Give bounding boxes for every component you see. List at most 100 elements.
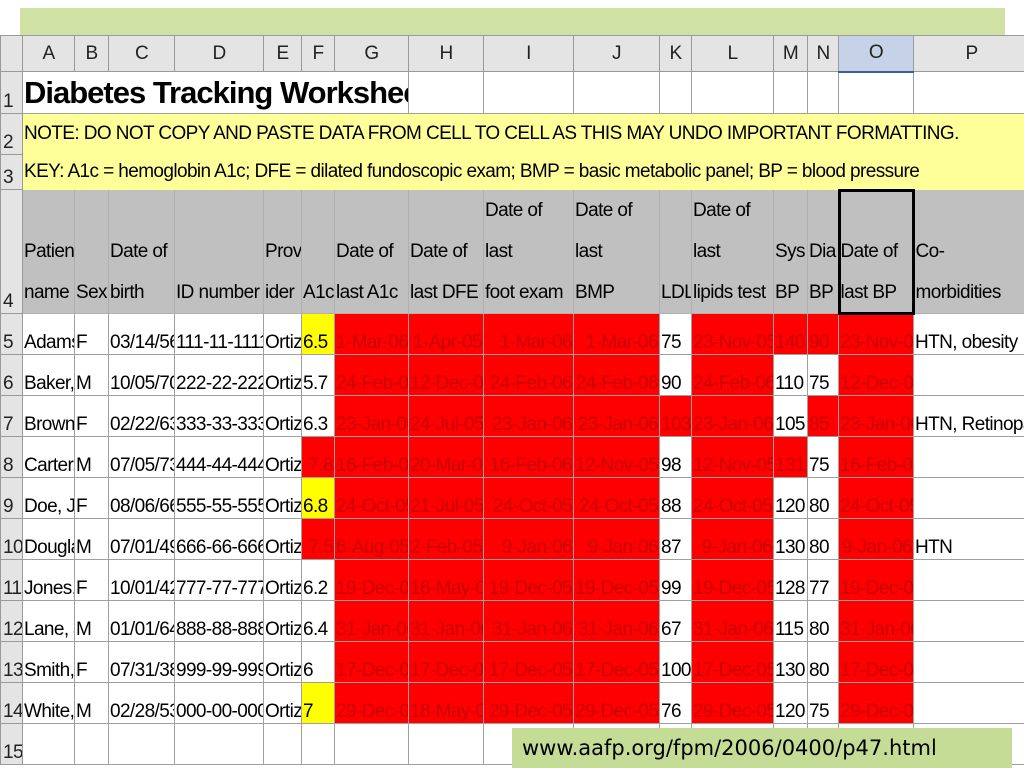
data-cell[interactable]: 000-00-0000 (174, 682, 264, 724)
data-cell[interactable]: 777-77-7777 (174, 559, 264, 601)
data-cell[interactable]: 29-Dec-05 (483, 682, 574, 724)
data-cell[interactable]: 20-Mar-05 (408, 436, 484, 478)
data-cell[interactable]: 12-Dec-05 (838, 354, 914, 396)
data-cell[interactable]: Doe, Jai (22, 477, 75, 519)
data-cell[interactable]: Adams, F (22, 313, 75, 355)
data-cell[interactable]: 6 (301, 641, 335, 683)
row-header-15[interactable]: 15 (0, 723, 23, 765)
data-cell[interactable]: 19-Dec-05 (483, 559, 574, 601)
data-cell[interactable]: Ortiz (263, 477, 302, 519)
data-cell[interactable]: White, J (22, 682, 75, 724)
data-cell[interactable]: 23-Jan-06 (334, 395, 409, 437)
formatting-note[interactable]: NOTE: DO NOT COPY AND PASTE DATA FROM CE… (22, 113, 1024, 155)
table-header-cell[interactable]: Co-morbidities (913, 189, 1024, 314)
data-cell[interactable] (913, 477, 1024, 519)
empty-cell[interactable] (22, 723, 75, 765)
data-cell[interactable]: 01/01/64 (108, 600, 175, 642)
data-cell[interactable]: Lane, Jc (22, 600, 75, 642)
data-cell[interactable]: 100 (659, 641, 692, 683)
empty-cell[interactable] (174, 723, 264, 765)
row-header-8[interactable]: 8 (0, 436, 23, 478)
data-cell[interactable]: 17-Dec-05 (483, 641, 574, 683)
data-cell[interactable]: 222-22-2222 (174, 354, 264, 396)
empty-cell[interactable] (838, 71, 914, 114)
data-cell[interactable]: 115 (773, 600, 808, 642)
data-cell[interactable]: 23-Nov-05 (691, 313, 774, 355)
row-header-13[interactable]: 13 (0, 641, 23, 683)
column-header-c[interactable]: C (108, 35, 175, 72)
data-cell[interactable]: 07/05/73 (108, 436, 175, 478)
data-cell[interactable]: M (74, 518, 109, 560)
data-cell[interactable]: 10/01/42 (108, 559, 175, 601)
data-cell[interactable]: 31-Jan-06 (573, 600, 660, 642)
data-cell[interactable]: 03/14/56 (108, 313, 175, 355)
column-header-g[interactable]: G (334, 35, 409, 72)
data-cell[interactable]: 24-Oct-05 (483, 477, 574, 519)
data-cell[interactable]: Ortiz (263, 395, 302, 437)
data-cell[interactable]: 9-Jan-06 (838, 518, 914, 560)
table-header-cell[interactable]: Date of last BMP (573, 189, 660, 314)
data-cell[interactable]: Ortiz (263, 354, 302, 396)
data-cell[interactable]: 103 (659, 395, 692, 437)
data-cell[interactable]: 31-Jan-06 (408, 600, 484, 642)
column-header-h[interactable]: H (408, 35, 484, 72)
data-cell[interactable]: 16-May-05 (408, 559, 484, 601)
empty-cell[interactable] (691, 71, 774, 114)
data-cell[interactable]: Carter, J (22, 436, 75, 478)
data-cell[interactable]: 120 (773, 477, 808, 519)
data-cell[interactable]: Ortiz (263, 600, 302, 642)
empty-cell[interactable] (773, 71, 808, 114)
table-header-cell[interactable]: Prov ider (263, 189, 302, 314)
data-cell[interactable]: 24-Oct-05 (334, 477, 409, 519)
data-cell[interactable]: 23-Jan-06 (691, 395, 774, 437)
data-cell[interactable]: 999-99-9999 (174, 641, 264, 683)
row-header-3[interactable]: 3 (0, 154, 23, 190)
data-cell[interactable]: 07/01/49 (108, 518, 175, 560)
data-cell[interactable]: 24-Feb-06 (691, 354, 774, 396)
empty-cell[interactable] (263, 723, 302, 765)
data-cell[interactable]: 31-Jan-06 (691, 600, 774, 642)
data-cell[interactable]: 24-Jul-05 (408, 395, 484, 437)
data-cell[interactable]: 110 (773, 354, 808, 396)
data-cell[interactable]: 08/06/66 (108, 477, 175, 519)
data-cell[interactable]: 24-Oct-05 (573, 477, 660, 519)
data-cell[interactable]: F (74, 313, 109, 355)
data-cell[interactable] (913, 436, 1024, 478)
data-cell[interactable]: 17-Dec-05 (691, 641, 774, 683)
data-cell[interactable]: HTN, obesity (913, 313, 1024, 355)
data-cell[interactable]: 99 (659, 559, 692, 601)
column-header-p[interactable]: P (913, 35, 1024, 72)
column-header-j[interactable]: J (573, 35, 660, 72)
data-cell[interactable]: 24-Oct-05 (838, 477, 914, 519)
column-header-m[interactable]: M (773, 35, 808, 72)
data-cell[interactable]: Baker, J (22, 354, 75, 396)
table-header-cell[interactable]: Date of last A1c (334, 189, 409, 314)
data-cell[interactable]: 23-Jan-06 (838, 395, 914, 437)
worksheet-title[interactable]: Diabetes Tracking Worksheet (22, 71, 409, 114)
empty-cell[interactable] (659, 71, 692, 114)
data-cell[interactable]: Brown, . (22, 395, 75, 437)
data-cell[interactable]: Ortiz (263, 436, 302, 478)
data-cell[interactable]: 87 (659, 518, 692, 560)
data-cell[interactable]: Ortiz (263, 641, 302, 683)
data-cell[interactable] (913, 559, 1024, 601)
data-cell[interactable]: F (74, 641, 109, 683)
data-cell[interactable]: HTN, Retinopathy (913, 395, 1024, 437)
data-cell[interactable]: 2-Feb-05 (408, 518, 484, 560)
data-cell[interactable]: 444-44-4444 (174, 436, 264, 478)
row-header-11[interactable]: 11 (0, 559, 23, 601)
data-cell[interactable]: Jones, J (22, 559, 75, 601)
row-header-2[interactable]: 2 (0, 113, 23, 155)
data-cell[interactable]: 130 (773, 641, 808, 683)
data-cell[interactable]: 19-Dec-05 (838, 559, 914, 601)
data-cell[interactable]: 18-May-05 (408, 682, 484, 724)
row-header-5[interactable]: 5 (0, 313, 23, 355)
empty-cell[interactable] (301, 723, 335, 765)
table-header-cell[interactable]: Date of last DFE (408, 189, 484, 314)
data-cell[interactable]: 24-Feb-06 (483, 354, 574, 396)
data-cell[interactable]: 666-66-6666 (174, 518, 264, 560)
data-cell[interactable]: 90 (807, 313, 839, 355)
data-cell[interactable]: 1-Mar-06 (483, 313, 574, 355)
data-cell[interactable]: 17-Dec-05 (573, 641, 660, 683)
column-header-k[interactable]: K (659, 35, 692, 72)
